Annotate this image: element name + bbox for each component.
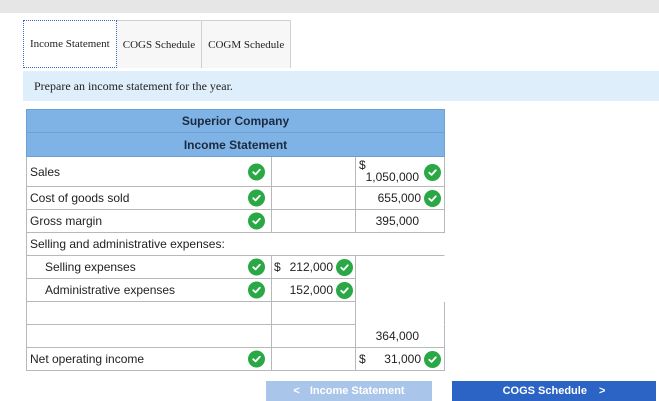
mid-cell-gross-margin[interactable] xyxy=(272,210,356,233)
dollar-sign: $ xyxy=(359,352,366,366)
company-name: Superior Company xyxy=(26,109,445,133)
mid-cell-total-sga[interactable] xyxy=(272,325,356,348)
label-cell-total-sga[interactable] xyxy=(26,325,272,348)
check-circle-icon xyxy=(424,350,441,368)
check-circle-icon xyxy=(336,258,353,276)
check-circle-icon xyxy=(248,281,265,299)
label-cell-selling-expenses[interactable]: Selling expenses xyxy=(26,256,272,279)
right-cell-gross-margin[interactable]: 395,000 xyxy=(356,210,445,233)
right-cell-sales[interactable]: $ 1,050,000 xyxy=(356,157,445,187)
label-cell-admin-expenses[interactable]: Administrative expenses xyxy=(26,279,272,302)
check-circle-icon xyxy=(424,164,441,181)
table-row-sales: Sales $ 1,050,000 xyxy=(26,157,445,187)
previous-tab-button[interactable]: < Income Statement xyxy=(266,381,432,401)
instructions-banner: Prepare an income statement for the year… xyxy=(23,71,659,101)
top-bar xyxy=(0,0,659,13)
chevron-left-icon: < xyxy=(293,385,300,397)
label-cell-sga-heading: Selling and administrative expenses: xyxy=(26,233,445,256)
tab-income-statement[interactable]: Income Statement xyxy=(23,20,117,68)
next-tab-button[interactable]: COGS Schedule > xyxy=(452,381,656,401)
row-label: Selling and administrative expenses: xyxy=(30,237,225,251)
check-circle-icon xyxy=(248,258,265,276)
mid-cell-sales[interactable] xyxy=(272,157,356,187)
label-cell-cogs[interactable]: Cost of goods sold xyxy=(26,187,272,210)
table-row-gross-margin: Gross margin 395,000 xyxy=(26,210,445,233)
table-row-cogs: Cost of goods sold 655,000 xyxy=(26,187,445,210)
mid-cell-cogs[interactable] xyxy=(272,187,356,210)
amount-value: 152,000 xyxy=(289,283,333,297)
tab-cogs-schedule[interactable]: COGS Schedule xyxy=(116,20,203,68)
next-button-label: COGS Schedule xyxy=(502,385,587,397)
mid-cell-blank[interactable] xyxy=(272,302,356,325)
table-row-selling-expenses: Selling expenses $ 212,000 xyxy=(26,256,445,279)
amount-value: 655,000 xyxy=(377,191,421,205)
amount-value: 212,000 xyxy=(289,260,333,274)
dollar-sign: $ xyxy=(274,260,281,274)
chevron-right-icon: > xyxy=(598,385,606,397)
instructions-text: Prepare an income statement for the year… xyxy=(34,78,233,93)
table-row-sga-heading: Selling and administrative expenses: xyxy=(26,233,445,256)
mid-cell-net-operating-income[interactable] xyxy=(272,348,356,371)
table-row-net-operating-income: Net operating income $ 31,000 xyxy=(26,348,445,371)
check-circle-icon xyxy=(248,212,265,230)
right-cell-cogs[interactable]: 655,000 xyxy=(356,187,445,210)
income-statement-table: Superior Company Income Statement Sales … xyxy=(26,109,445,371)
amount-value: 364,000 xyxy=(375,329,419,343)
amount-value: 31,000 xyxy=(384,352,421,366)
right-cell-blank xyxy=(356,302,445,325)
table-row-blank xyxy=(26,302,445,325)
mid-cell-selling-expenses[interactable]: $ 212,000 xyxy=(272,256,356,279)
statement-title: Income Statement xyxy=(26,133,445,157)
right-cell-total-sga[interactable]: 364,000 xyxy=(356,325,445,348)
amount-value: 1,050,000 xyxy=(365,170,419,184)
amount-value: 395,000 xyxy=(375,214,419,228)
row-label: Cost of goods sold xyxy=(30,191,130,205)
right-cell-net-operating-income[interactable]: $ 31,000 xyxy=(356,348,445,371)
right-cell-selling-expenses xyxy=(356,256,445,279)
tab-cogm-schedule[interactable]: COGM Schedule xyxy=(202,20,292,68)
table-row-admin-expenses: Administrative expenses 152,000 xyxy=(26,279,445,302)
table-row-total-sga: 364,000 xyxy=(26,325,445,348)
row-label: Sales xyxy=(30,164,61,179)
tab-bar: Income Statement COGS Schedule COGM Sche… xyxy=(23,20,292,68)
check-circle-icon xyxy=(248,189,265,207)
row-label: Net operating income xyxy=(30,352,145,366)
check-circle-icon xyxy=(248,163,265,180)
check-circle-icon xyxy=(336,281,353,299)
right-cell-admin-expenses xyxy=(356,279,445,302)
row-label: Administrative expenses xyxy=(45,283,176,297)
row-label: Selling expenses xyxy=(45,260,136,274)
label-cell-net-operating-income[interactable]: Net operating income xyxy=(26,348,272,371)
row-label: Gross margin xyxy=(30,214,103,228)
mid-cell-admin-expenses[interactable]: 152,000 xyxy=(272,279,356,302)
label-cell-blank[interactable] xyxy=(26,302,272,325)
check-circle-icon xyxy=(248,350,265,368)
label-cell-gross-margin[interactable]: Gross margin xyxy=(26,210,272,233)
check-circle-icon xyxy=(424,189,441,207)
previous-button-label: Income Statement xyxy=(309,385,405,397)
label-cell-sales[interactable]: Sales xyxy=(26,157,272,187)
